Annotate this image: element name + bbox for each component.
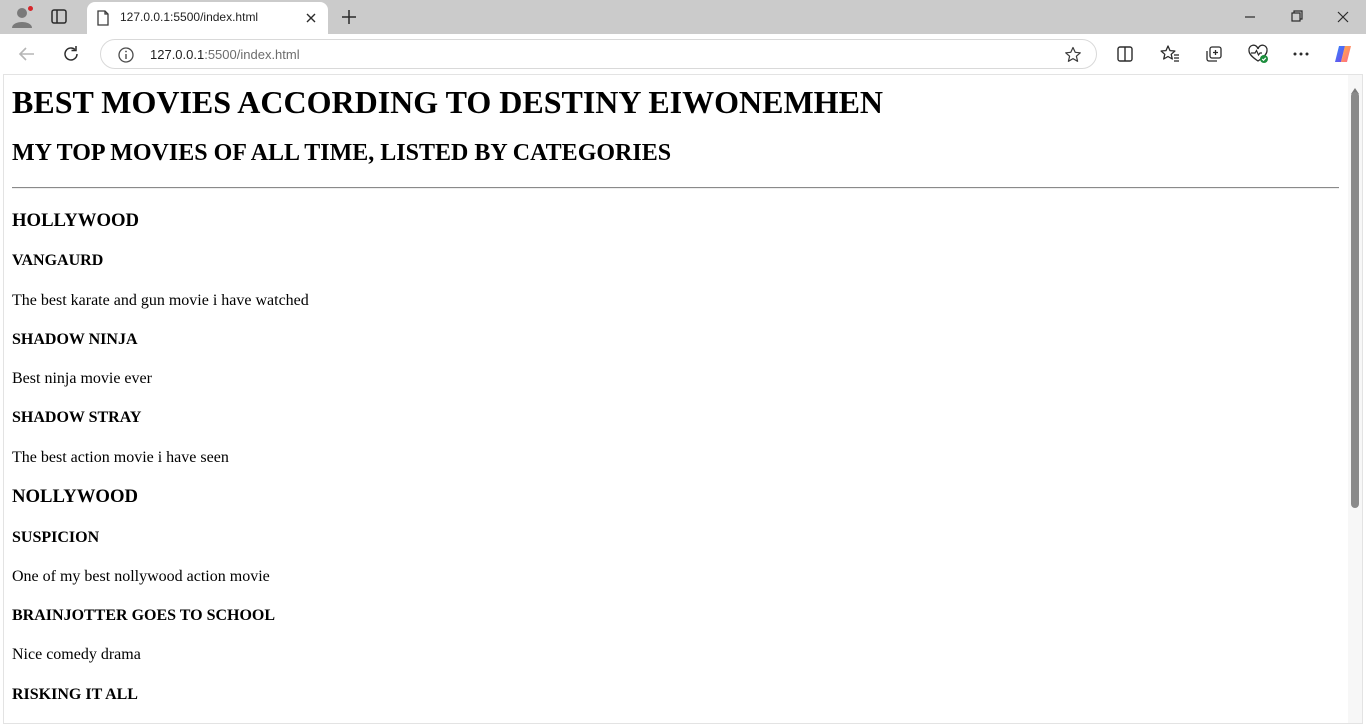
url-path: :5500/index.html: [204, 47, 300, 62]
tab-strip: 127.0.0.1:5500/index.html: [0, 0, 1366, 34]
restore-icon[interactable]: [1287, 8, 1307, 26]
tab-actions-icon[interactable]: [48, 7, 70, 27]
info-icon[interactable]: [117, 46, 135, 64]
movie-title: VANGAURD: [12, 252, 104, 269]
movie-title: BRAINJOTTER GOES TO SCHOOL: [12, 607, 276, 624]
scroll-down-arrow-icon[interactable]: [1351, 715, 1359, 721]
movie-description: Nice comedy drama: [12, 646, 141, 663]
favorites-icon[interactable]: [1159, 43, 1181, 65]
page-viewport: BEST MOVIES ACCORDING TO DESTINY EIWONEM…: [3, 74, 1363, 724]
url-host: 127.0.0.1: [150, 47, 205, 62]
page-icon: [96, 10, 110, 26]
vertical-scrollbar[interactable]: [1348, 75, 1362, 723]
page-title: BEST MOVIES ACCORDING TO DESTINY EIWONEM…: [12, 84, 884, 120]
movie-title: SHADOW NINJA: [12, 331, 138, 348]
back-arrow-icon[interactable]: [16, 43, 38, 65]
minimize-icon[interactable]: [1240, 8, 1260, 26]
browser-essentials-icon[interactable]: [1247, 43, 1269, 65]
active-tab[interactable]: 127.0.0.1:5500/index.html: [87, 2, 328, 34]
movie-description: One of my best nollywood action movie: [12, 568, 270, 585]
plus-icon[interactable]: [338, 6, 360, 28]
page-subtitle: MY TOP MOVIES OF ALL TIME, LISTED BY CAT…: [12, 140, 672, 166]
horizontal-rule: [12, 187, 1339, 189]
split-screen-icon[interactable]: [1114, 43, 1136, 65]
collections-icon[interactable]: [1203, 43, 1225, 65]
tab-title: 127.0.0.1:5500/index.html: [120, 10, 259, 24]
movie-title: SHADOW STRAY: [12, 409, 142, 426]
scroll-up-arrow-icon[interactable]: [1351, 79, 1359, 94]
category-heading: HOLLYWOOD: [12, 210, 140, 231]
movie-title: RISKING IT ALL: [12, 686, 138, 703]
browser-toolbar: 127.0.0.1:5500/index.html: [0, 34, 1366, 74]
notification-dot: [27, 5, 34, 12]
url-text[interactable]: 127.0.0.1:5500/index.html: [150, 47, 300, 62]
movie-description: The best action movie i have seen: [12, 449, 229, 466]
close-icon[interactable]: [303, 10, 319, 26]
address-bar[interactable]: 127.0.0.1:5500/index.html: [100, 39, 1097, 69]
scrollbar-thumb[interactable]: [1351, 92, 1359, 508]
more-icon[interactable]: [1290, 43, 1312, 65]
category-heading: NOLLYWOOD: [12, 486, 138, 507]
movie-description: Best ninja movie ever: [12, 370, 152, 387]
refresh-icon[interactable]: [60, 43, 82, 65]
movie-title: SUSPICION: [12, 529, 100, 546]
favorite-star-icon[interactable]: [1063, 45, 1083, 65]
movie-description: The best karate and gun movie i have wat…: [12, 292, 309, 309]
copilot-icon[interactable]: [1332, 43, 1354, 65]
window-close-icon[interactable]: [1333, 8, 1353, 26]
